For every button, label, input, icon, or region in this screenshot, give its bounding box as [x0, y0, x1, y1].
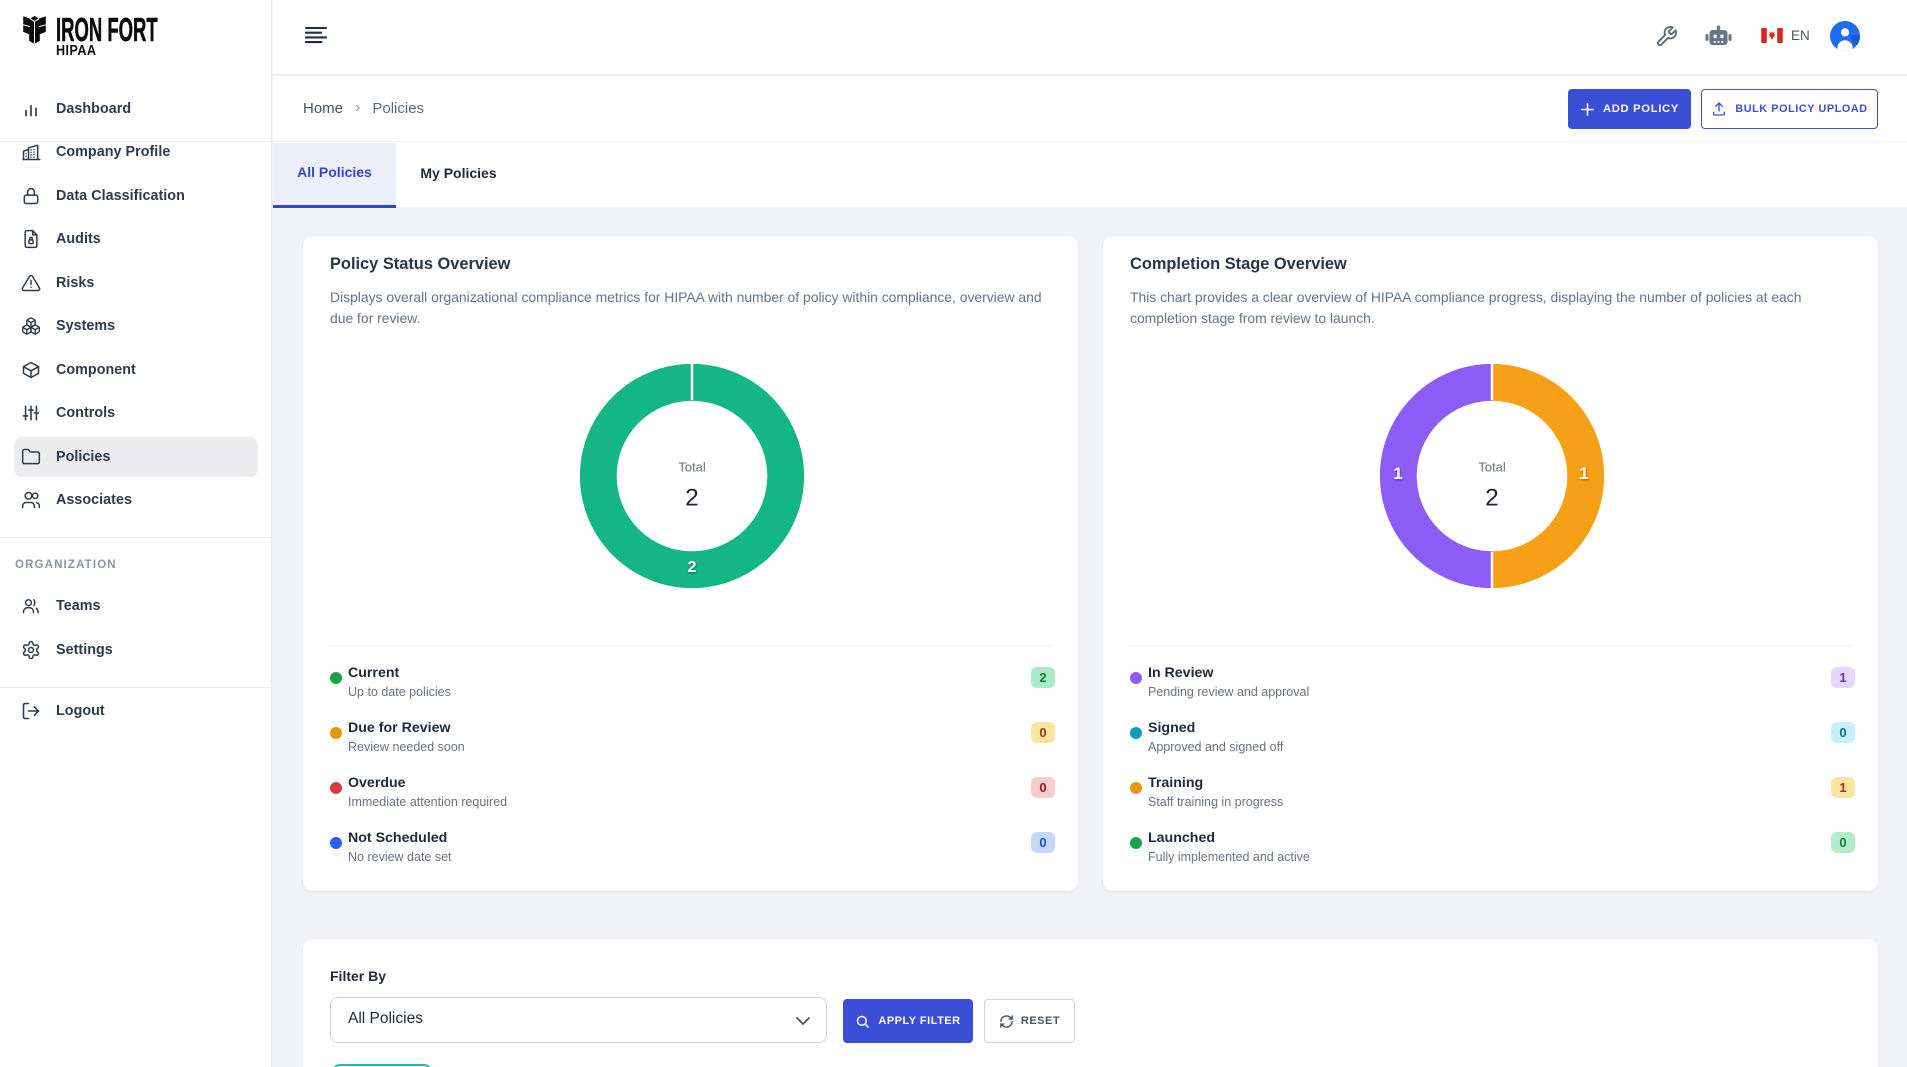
- svg-text:Total: Total: [1478, 460, 1506, 475]
- svg-text:2: 2: [1485, 485, 1499, 512]
- svg-text:1: 1: [1579, 464, 1588, 483]
- svg-text:2: 2: [688, 559, 697, 576]
- svg-text:Total: Total: [678, 460, 706, 475]
- svg-text:1: 1: [1393, 464, 1402, 483]
- svg-text:2: 2: [685, 485, 699, 512]
